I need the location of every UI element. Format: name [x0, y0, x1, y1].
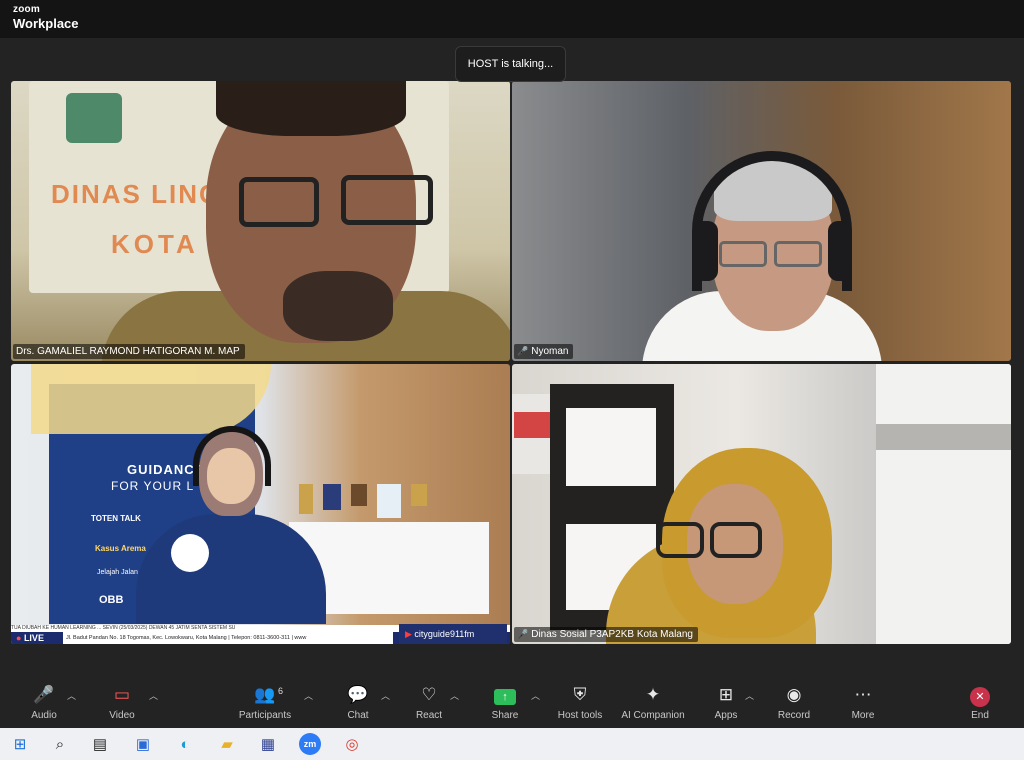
- video-tile-2[interactable]: 🎤 Nyoman: [512, 81, 1011, 361]
- chat-options-caret[interactable]: ︿: [381, 689, 390, 702]
- brand-big: Workplace: [13, 16, 79, 31]
- participant-name: Drs. GAMALIEL RAYMOND HATIGORAN M. MAP: [13, 344, 245, 359]
- live-badge: ● LIVE: [13, 632, 47, 644]
- store-icon[interactable]: ▣: [131, 732, 155, 756]
- person-hair: [216, 81, 406, 136]
- logo-icon: [171, 534, 209, 572]
- audio-options-caret[interactable]: ︿: [67, 689, 76, 702]
- beard: [283, 271, 393, 341]
- react-options-caret[interactable]: ︿: [450, 689, 459, 702]
- banner-item: Kasus Arema: [95, 544, 146, 553]
- edge-icon[interactable]: ◐: [173, 732, 197, 756]
- meeting-toolbar: 🎤 Audio ︿ ▭ Video ︿ 👥 6 Participants ︿ 💬…: [0, 676, 1024, 728]
- sign-text-2: KOTA: [111, 229, 199, 259]
- glasses-left: [656, 522, 704, 558]
- host-tools-button[interactable]: ⛨ Host tools: [544, 684, 616, 724]
- channel-badge: ▶ cityguide911fm: [399, 624, 507, 644]
- glasses-left: [239, 177, 319, 227]
- more-button[interactable]: ⋯ More: [827, 684, 899, 724]
- outdoor-view: [876, 364, 1011, 644]
- file-explorer-icon[interactable]: ▰: [215, 732, 239, 756]
- zoom-icon[interactable]: zm: [298, 732, 322, 756]
- video-off-icon: ▭: [113, 685, 131, 704]
- video-tile-1[interactable]: DINAS LING KOTA Drs. GAMALIEL RAYMOND HA…: [11, 81, 510, 361]
- trophies: [299, 484, 469, 524]
- glasses-right: [710, 522, 762, 558]
- task-view-icon[interactable]: ▤: [88, 732, 112, 756]
- title-bar: zoom Workplace: [0, 0, 1024, 38]
- brand-small: zoom: [13, 4, 40, 15]
- youtube-icon: ▶: [405, 629, 415, 639]
- awning: [876, 424, 1011, 450]
- ticker-text: Jl. Badut Pandan No. 18 Togomas, Kec. Lo…: [63, 632, 393, 644]
- mic-muted-icon: 🎤: [517, 629, 529, 639]
- end-icon: ✕: [944, 684, 1016, 707]
- ai-companion-button[interactable]: ✦ AI Companion: [617, 684, 689, 724]
- chrome-icon[interactable]: ◎: [340, 732, 364, 756]
- zoom-window: zoom Workplace DINAS LING KOTA Drs. GAMA…: [0, 0, 1024, 760]
- video-options-caret[interactable]: ︿: [149, 689, 158, 702]
- glasses-right: [774, 241, 822, 267]
- video-tile-4[interactable]: 🎤 Dinas Sosial P3AP2KB Kota Malang: [512, 364, 1011, 644]
- video-tile-3[interactable]: GUIDANCE FOR YOUR L TOTEN TALK Kasus Are…: [11, 364, 510, 644]
- banner-wave: [31, 364, 271, 434]
- banner-item: OBB: [99, 594, 124, 606]
- glasses-left: [719, 241, 767, 267]
- zoom-logo: zoom Workplace: [13, 4, 79, 31]
- sparkle-icon: ✦: [645, 685, 661, 704]
- windows-icon[interactable]: ⊞: [8, 732, 32, 756]
- record-icon: ◉: [786, 685, 802, 704]
- participants-count: 6: [278, 686, 284, 696]
- shield-icon: ⛨: [573, 685, 587, 704]
- banner-subtitle: FOR YOUR L: [111, 479, 195, 493]
- mic-muted-icon: 🎤: [517, 346, 529, 356]
- participant-name: 🎤 Nyoman: [514, 344, 574, 359]
- share-options-caret[interactable]: ︿: [531, 689, 540, 702]
- participants-options-caret[interactable]: ︿: [304, 689, 313, 702]
- windows-taskbar: ⊞ ⌕ ▤ ▣ ◐ ▰ ▦ zm ◎: [0, 728, 1024, 760]
- talking-indicator: HOST is talking...: [455, 46, 566, 82]
- apps-options-caret[interactable]: ︿: [745, 689, 754, 702]
- app-icon[interactable]: ▦: [256, 732, 280, 756]
- participants-icon: 👥: [254, 685, 276, 704]
- search-icon[interactable]: ⌕: [48, 732, 72, 756]
- emblem-icon: [66, 93, 122, 143]
- participant-name: 🎤 Dinas Sosial P3AP2KB Kota Malang: [514, 627, 698, 642]
- end-button[interactable]: ✕ End: [944, 684, 1016, 724]
- participants-button[interactable]: 👥 6 Participants: [229, 684, 301, 724]
- flag-red: [514, 412, 554, 438]
- sign-text-1: DINAS LING: [51, 179, 222, 209]
- headset-ear-left: [694, 221, 718, 281]
- video-button[interactable]: ▭ Video: [86, 684, 158, 724]
- banner-item: TOTEN TALK: [91, 514, 141, 523]
- more-icon: ⋯: [854, 685, 872, 704]
- record-button[interactable]: ◉ Record: [758, 684, 830, 724]
- glasses-right: [341, 175, 433, 225]
- headset-ear-right: [828, 221, 852, 281]
- door-window-top: [566, 408, 656, 486]
